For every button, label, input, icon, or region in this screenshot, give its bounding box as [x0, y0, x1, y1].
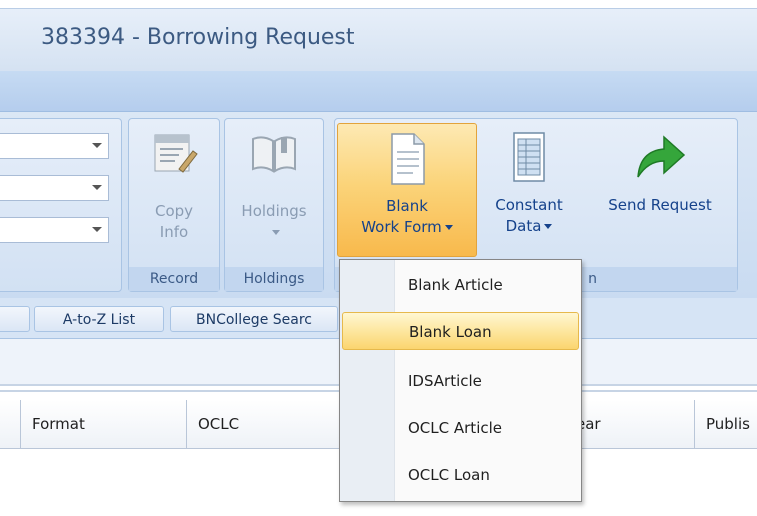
ribbon-group-fields [0, 118, 122, 292]
menu-item-oclc-article[interactable]: OCLC Article [342, 409, 579, 447]
tab-previous[interactable] [0, 306, 30, 332]
constant-data-button[interactable]: Constant Data [482, 123, 576, 237]
ribbon-group-holdings: Holdings Holdings [224, 118, 324, 292]
quick-access-bar [0, 71, 757, 112]
send-request-button[interactable]: Send Request [588, 123, 732, 216]
blank-work-form-label-2: Work Form [361, 218, 442, 236]
record-group-label: Record [129, 267, 219, 291]
blank-work-form-button[interactable]: Blank Work Form [337, 123, 477, 257]
constant-data-label-2: Data [505, 217, 542, 235]
holdings-button[interactable]: Holdings [229, 129, 319, 243]
combo-box-3[interactable] [0, 217, 109, 243]
holdings-group-label: Holdings [225, 267, 323, 291]
combo-box-1[interactable] [0, 133, 109, 159]
column-publisher[interactable]: Publis [694, 400, 757, 448]
combo-box-2[interactable] [0, 175, 109, 201]
copy-info-button[interactable]: Copy Info [137, 129, 211, 243]
window-title: 383394 - Borrowing Request [41, 25, 355, 50]
tab-bncollege-search[interactable]: BNCollege Searc [170, 306, 338, 332]
chevron-down-icon [271, 230, 280, 235]
title-bar: 383394 - Borrowing Request [0, 8, 757, 71]
blank-document-icon [391, 133, 425, 185]
holdings-label: Holdings [241, 202, 307, 220]
chevron-down-icon [92, 143, 102, 148]
book-icon [252, 136, 296, 173]
blank-work-form-label-1: Blank [386, 197, 428, 215]
chevron-down-icon [444, 225, 453, 230]
chevron-down-icon [92, 185, 102, 190]
menu-item-oclc-loan[interactable]: OCLC Loan [342, 456, 579, 494]
chevron-down-icon [544, 224, 553, 229]
blank-work-form-menu: Blank Article Blank Loan IDSArticle OCLC… [339, 259, 582, 502]
copy-info-icon [154, 134, 198, 173]
menu-item-blank-article[interactable]: Blank Article [342, 266, 579, 304]
menu-item-idsarticle[interactable]: IDSArticle [342, 362, 579, 400]
menu-item-blank-loan[interactable]: Blank Loan [342, 312, 579, 350]
send-request-label: Send Request [608, 196, 712, 214]
table-document-icon [513, 132, 545, 182]
copy-info-label-1: Copy [154, 202, 194, 220]
send-arrow-icon [637, 135, 686, 178]
ribbon-group-record: Copy Info Record [128, 118, 220, 292]
constant-data-label-1: Constant [495, 196, 563, 214]
column-oclc[interactable]: OCLC [186, 400, 336, 448]
column-year[interactable]: ear [574, 400, 694, 448]
tab-a-to-z-list[interactable]: A-to-Z List [34, 306, 164, 332]
copy-info-label-2: Info [159, 223, 189, 241]
column-format[interactable]: Format [20, 400, 186, 448]
chevron-down-icon [92, 227, 102, 232]
app-window: 383394 - Borrowing Request Copy Info Rec… [0, 0, 757, 516]
